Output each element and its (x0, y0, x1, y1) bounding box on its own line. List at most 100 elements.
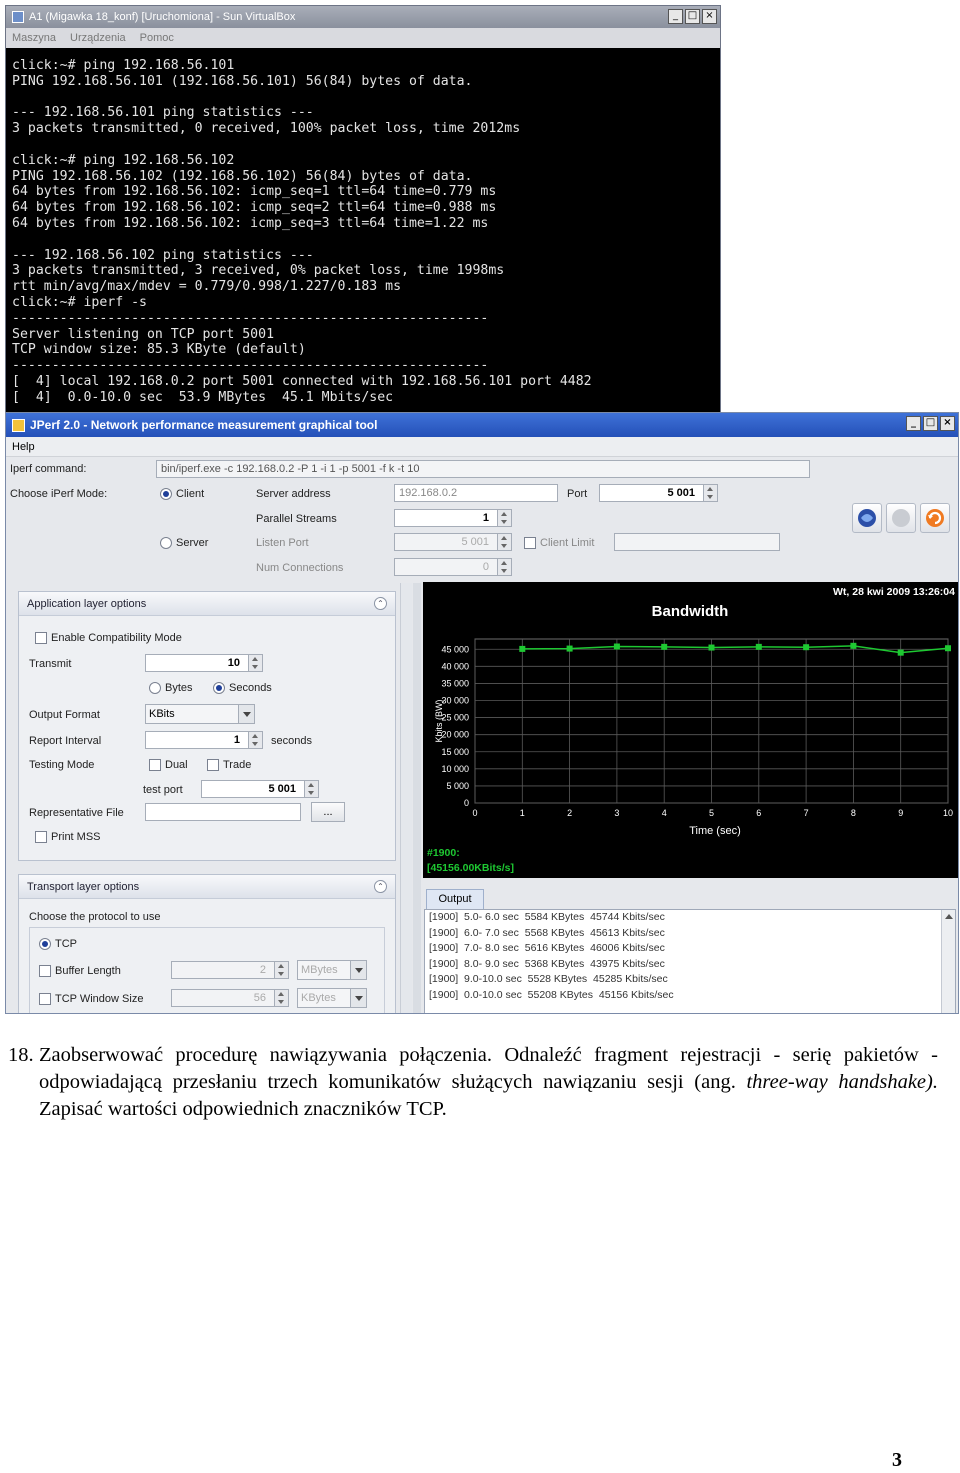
output-format-select[interactable]: KBits (145, 704, 255, 724)
buffer-length-checkbox[interactable] (39, 965, 51, 977)
tcp-radio[interactable] (39, 938, 51, 950)
compatibility-mode-label: Enable Compatibility Mode (51, 632, 182, 644)
restore-defaults-button[interactable] (920, 503, 950, 533)
server-radio[interactable] (160, 537, 172, 549)
vbox-menubar: Maszyna Urządzenia Pomoc (6, 28, 720, 48)
transport-layer-header[interactable]: Transport layer options ⌃ (19, 875, 395, 899)
task-number: 18. (8, 1044, 34, 1066)
output-scrollbar[interactable] (941, 910, 955, 1013)
transmit-label: Transmit (29, 658, 72, 670)
trade-checkbox[interactable] (207, 759, 219, 771)
x-tick-label: 10 (943, 808, 953, 818)
browse-button[interactable]: ... (311, 802, 345, 822)
application-layer-header[interactable]: Application layer options ⌃ (19, 592, 395, 616)
print-mss-checkbox[interactable] (35, 831, 47, 843)
terminal-line: click:~# ping 192.168.56.102 (12, 152, 235, 168)
terminal-line: --- 192.168.56.102 ping statistics --- (12, 247, 314, 263)
client-limit-input[interactable] (614, 533, 780, 551)
transmit-input[interactable]: 10 (145, 654, 263, 672)
buffer-unit-value: MBytes (301, 964, 338, 976)
report-interval-input[interactable]: 1 (145, 731, 263, 749)
tcp-window-unit-select[interactable]: KBytes (297, 988, 367, 1008)
listen-port-spinner[interactable] (497, 534, 511, 550)
compatibility-mode-checkbox[interactable] (35, 632, 47, 644)
refresh-icon (926, 509, 944, 527)
buffer-unit-select[interactable]: MBytes (297, 960, 367, 980)
tcp-window-spinner[interactable] (274, 990, 288, 1006)
bytes-radio[interactable] (149, 682, 161, 694)
port-spinner[interactable] (703, 485, 717, 501)
x-tick-label: 6 (756, 808, 761, 818)
representative-file-input[interactable] (145, 803, 301, 821)
parallel-streams-value: 1 (482, 512, 489, 524)
page-number: 3 (892, 1449, 902, 1471)
jperf-window: JPerf 2.0 - Network performance measurem… (5, 412, 959, 1014)
data-point (945, 645, 951, 652)
testing-mode-label: Testing Mode (29, 759, 95, 771)
parallel-streams-spinner[interactable] (497, 510, 511, 526)
tcp-window-unit-value: KBytes (301, 992, 336, 1004)
y-tick-label: 25 000 (441, 713, 469, 723)
test-port-spinner[interactable] (304, 781, 318, 797)
x-tick-label: 7 (804, 808, 809, 818)
seconds-radio[interactable] (213, 682, 225, 694)
num-connections-label: Num Connections (256, 562, 344, 574)
iperf-command-label: Iperf command: (10, 463, 87, 475)
run-iperf-button[interactable] (852, 503, 882, 533)
output-text-area[interactable]: [1900] 5.0- 6.0 sec 5584 KBytes 45744 Kb… (424, 909, 956, 1013)
legend-series-value: [45156.00KBits/s] (427, 862, 514, 874)
chart-ticks: 05 00010 00015 00020 00025 00030 00035 0… (441, 644, 953, 818)
report-interval-label: Report Interval (29, 735, 102, 747)
client-limit-checkbox[interactable] (524, 537, 536, 549)
client-limit-label: Client Limit (540, 537, 595, 549)
options-scrollbar[interactable] (400, 583, 412, 1013)
data-point (566, 645, 573, 652)
tcp-window-checkbox[interactable] (39, 993, 51, 1005)
port-input[interactable]: 5 001 (599, 484, 718, 502)
collapse-icon[interactable]: ⌃ (374, 597, 387, 610)
num-connections-value: 0 (482, 561, 489, 573)
num-connections-input[interactable]: 0 (394, 558, 512, 576)
report-interval-spinner[interactable] (248, 732, 262, 748)
vbox-close-button[interactable]: × (702, 9, 717, 24)
tcp-window-input[interactable]: 56 (171, 989, 289, 1007)
iperf-command-field[interactable]: bin/iperf.exe -c 192.168.0.2 -P 1 -i 1 -… (156, 460, 810, 478)
transmit-spinner[interactable] (248, 655, 262, 671)
collapse-icon[interactable]: ⌃ (374, 880, 387, 893)
menu-urzadzenia[interactable]: Urządzenia (70, 32, 126, 44)
stop-icon (892, 509, 910, 527)
menu-pomoc[interactable]: Pomoc (140, 32, 174, 44)
test-port-input[interactable]: 5 001 (201, 780, 319, 798)
buffer-length-spinner[interactable] (274, 962, 288, 978)
num-connections-spinner[interactable] (497, 559, 511, 575)
application-layer-panel: Application layer options ⌃ Enable Compat… (18, 591, 396, 861)
vbox-maximize-button[interactable]: □ (685, 9, 700, 24)
server-address-input[interactable]: 192.168.0.2 (394, 484, 558, 502)
buffer-length-input[interactable]: 2 (171, 961, 289, 979)
jperf-minimize-button[interactable]: _ (906, 416, 921, 431)
listen-port-input[interactable]: 5 001 (394, 533, 512, 551)
parallel-streams-input[interactable]: 1 (394, 509, 512, 527)
client-radio[interactable] (160, 488, 172, 500)
data-point (661, 643, 668, 650)
jperf-maximize-button[interactable]: □ (923, 416, 938, 431)
test-port-label: test port (143, 784, 183, 796)
terminal-line: PING 192.168.56.102 (192.168.56.102) 56(… (12, 168, 473, 184)
terminal-output[interactable]: click:~# ping 192.168.56.101 PING 192.168… (6, 48, 720, 406)
vbox-minimize-button[interactable]: _ (668, 9, 683, 24)
dual-checkbox[interactable] (149, 759, 161, 771)
chevron-down-icon (350, 961, 366, 979)
tcp-window-label: TCP Window Size (55, 993, 144, 1005)
y-tick-label: 30 000 (441, 696, 469, 706)
server-address-label: Server address (256, 488, 331, 500)
listen-port-value: 5 001 (461, 536, 489, 548)
tab-output[interactable]: Output (426, 889, 484, 909)
menu-help[interactable]: Help (12, 441, 35, 453)
terminal-line: 64 bytes from 192.168.56.102: icmp_seq=3… (12, 215, 489, 231)
stop-iperf-button[interactable] (886, 503, 916, 533)
split-divider[interactable] (413, 583, 421, 1013)
jperf-close-button[interactable]: × (940, 416, 955, 431)
vbox-title: A1 (Migawka 18_konf) [Uruchomiona] - Sun… (29, 11, 296, 23)
terminal-line: Server listening on TCP port 5001 (12, 326, 275, 342)
menu-maszyna[interactable]: Maszyna (12, 32, 56, 44)
